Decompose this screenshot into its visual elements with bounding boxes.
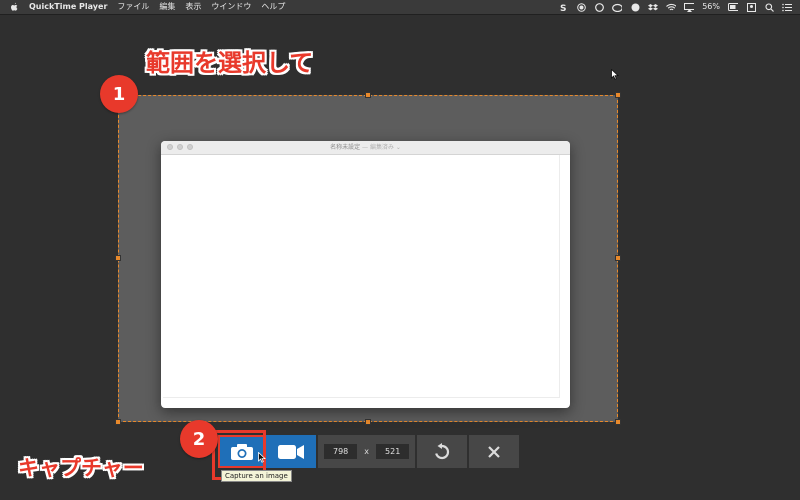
video-camera-icon (278, 444, 304, 459)
window-titlebar: 名称未設定 — 編集済み ⌄ (161, 141, 570, 155)
menu-help[interactable]: ヘルプ (261, 0, 285, 14)
airplay-icon[interactable] (684, 2, 695, 12)
resize-handle-left[interactable] (115, 255, 121, 261)
dimension-separator: x (364, 447, 370, 456)
evernote-icon[interactable] (630, 2, 640, 12)
minimize-window-icon[interactable] (177, 144, 183, 150)
resize-handle-bottom-right[interactable] (615, 419, 621, 425)
resize-handle-top[interactable] (365, 92, 371, 98)
resize-handle-right[interactable] (615, 255, 621, 261)
menubar: QuickTime Player ファイル 編集 表示 ウインドウ ヘルプ S … (0, 0, 800, 15)
record-video-button[interactable] (266, 435, 316, 468)
document-window: 名称未設定 — 編集済み ⌄ (161, 141, 570, 408)
menu-edit[interactable]: 編集 (159, 0, 175, 14)
zoom-window-icon[interactable] (187, 144, 193, 150)
menu-window[interactable]: ウインドウ (211, 0, 251, 14)
step-2-badge: 2 (180, 420, 218, 458)
width-field[interactable]: 798 (324, 444, 358, 459)
menu-view[interactable]: 表示 (185, 0, 201, 14)
close-icon (488, 445, 501, 458)
document-content[interactable] (163, 155, 560, 398)
screen: QuickTime Player ファイル 編集 表示 ウインドウ ヘルプ S … (0, 0, 800, 500)
record-icon[interactable] (576, 2, 586, 12)
menu-app-name[interactable]: QuickTime Player (29, 0, 107, 14)
spotlight-search-icon[interactable] (764, 2, 774, 12)
apple-icon[interactable] (10, 2, 19, 12)
dimensions-panel: 798 x 521 (318, 435, 416, 468)
cancel-capture-button[interactable] (469, 435, 520, 468)
mouse-pointer-icon (611, 69, 619, 80)
svg-text:S: S (560, 4, 566, 12)
mouse-pointer-icon (258, 452, 266, 463)
wifi-icon[interactable] (666, 2, 677, 12)
height-field[interactable]: 521 (376, 444, 410, 459)
step-1-badge: 1 (100, 75, 138, 113)
step-1-label: 範囲を選択して (146, 49, 314, 77)
step-2-label: キャプチャー (18, 456, 144, 480)
creative-cloud-icon[interactable] (612, 2, 623, 12)
close-window-icon[interactable] (167, 144, 173, 150)
skype-icon[interactable]: S (558, 2, 568, 12)
circle-icon[interactable] (594, 2, 604, 12)
notification-center-icon[interactable] (782, 2, 792, 12)
battery-icon[interactable] (728, 2, 738, 12)
resize-handle-bottom-left[interactable] (115, 419, 121, 425)
resize-handle-top-right[interactable] (615, 92, 621, 98)
battery-percent: 56% (702, 2, 720, 11)
dropbox-icon[interactable] (648, 2, 659, 12)
menu-file[interactable]: ファイル (117, 0, 149, 14)
resize-handle-bottom[interactable] (365, 419, 371, 425)
rotate-icon (435, 442, 450, 459)
window-edited-status: — 編集済み ⌄ (362, 144, 401, 151)
traffic-lights (167, 144, 193, 150)
capture-tooltip: Capture an image (221, 470, 292, 482)
window-title: 名称未設定 (330, 144, 361, 151)
reset-selection-button[interactable] (417, 435, 468, 468)
user-icon[interactable] (746, 2, 756, 12)
